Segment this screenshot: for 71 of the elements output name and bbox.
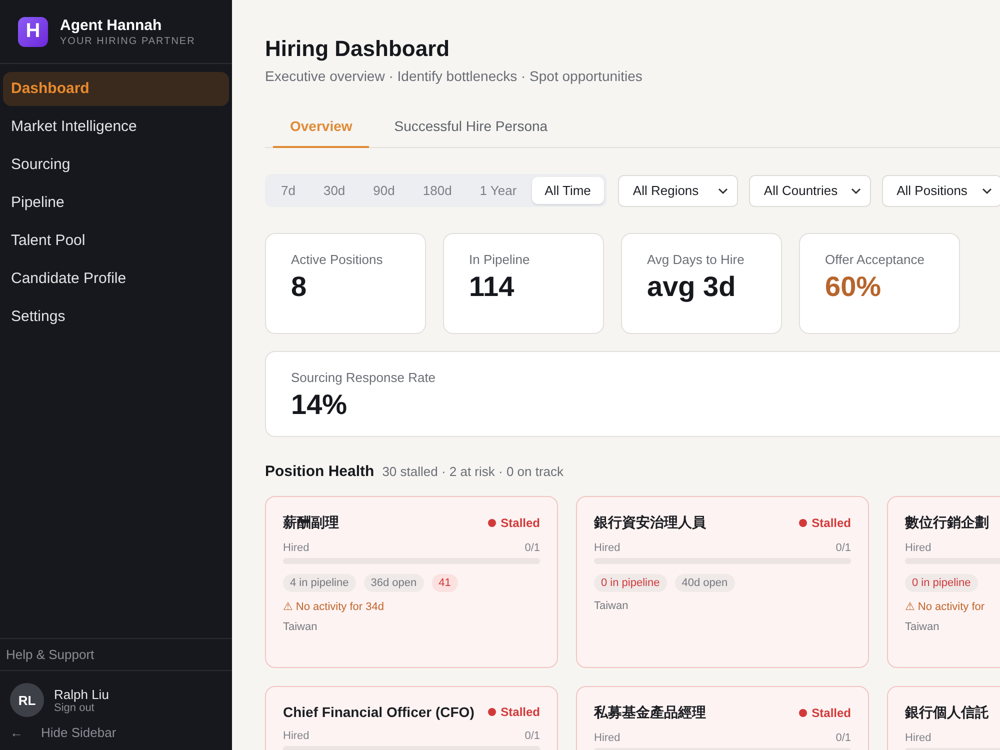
nav-item[interactable]: Settings (3, 300, 229, 334)
hide-sidebar-button[interactable]: ← Hide Sidebar (0, 721, 232, 750)
status-label: Stalled (488, 516, 540, 530)
position-card[interactable]: Chief Financial Officer (CFO) Stalled Hired 0/1 (265, 686, 558, 750)
tag: 36d open (364, 574, 424, 592)
position-card[interactable]: 銀行個人信託 Hired (887, 686, 1000, 750)
location-text: Taiwan (283, 621, 318, 633)
stat-label: Avg Days to Hire (647, 252, 746, 267)
filter-dropdown[interactable]: All Regions (618, 174, 738, 206)
stat-label: Sourcing Response Rate (291, 370, 437, 385)
nav-item[interactable]: Sourcing (3, 148, 229, 182)
nav-item[interactable]: Market Intelligence (3, 110, 229, 144)
hired-label: Hired (283, 730, 310, 742)
hired-count: 0/1 (524, 730, 540, 742)
nav-item[interactable]: Dashboard (3, 72, 229, 106)
tag: 0 in pipeline (594, 574, 667, 592)
sign-out-link[interactable]: Sign out (54, 702, 109, 714)
position-title: 銀行個人信託 (905, 704, 989, 722)
logo-icon: H (18, 16, 48, 46)
nav-item[interactable]: Talent Pool (3, 224, 229, 258)
position-title: 銀行資安治理人員 (594, 514, 706, 532)
warning-text: ⚠ No activity for 34d (283, 600, 385, 613)
position-title: 數位行銷企劃 (905, 514, 989, 532)
hired-label: Hired (905, 542, 932, 554)
hired-label: Hired (905, 732, 932, 744)
brand-tagline: YOUR HIRING PARTNER (60, 36, 196, 46)
stat-value: avg 3d (647, 271, 737, 303)
brand-name: Agent Hannah (60, 16, 163, 34)
hired-count: 0/1 (836, 542, 851, 554)
tag: 41 (432, 574, 458, 592)
help-link[interactable]: Help & Support (0, 638, 232, 671)
tag: 40d open (674, 574, 735, 592)
page-subtitle: Executive overview · Identify bottlenecks · Spot opportunities (265, 68, 644, 84)
stat-label: Offer Acceptance (825, 252, 926, 267)
status-label: Stalled (488, 705, 540, 719)
tab[interactable]: Successful Hire Persona (377, 108, 565, 148)
stat-value: 114 (469, 271, 516, 303)
filter-dropdown[interactable]: All Positions (882, 174, 1000, 206)
hired-label: Hired (594, 542, 620, 554)
position-card[interactable]: 私募基金產品經理 Stalled Hired 0/1 (576, 686, 869, 750)
stat-value: 60% (825, 271, 882, 303)
nav-item[interactable]: Candidate Profile (3, 262, 229, 296)
period-button[interactable]: All Time (532, 177, 604, 204)
nav-item[interactable]: Pipeline (3, 186, 229, 220)
hired-label: Hired (594, 732, 620, 744)
tag: 4 in pipeline (283, 574, 356, 592)
position-card[interactable]: 數位行銷企劃 Hired 0 in pipeline ⚠ No activity for Taiwan (887, 496, 1000, 668)
page-title: Hiring Dashboard (265, 36, 451, 62)
stat-label: In Pipeline (469, 252, 531, 267)
location-text: Taiwan (905, 621, 940, 633)
stat-label: Active Positions (291, 252, 384, 267)
position-card[interactable]: 銀行資安治理人員 Stalled Hired 0/1 0 in pipeline 40d open Taiwan (576, 496, 869, 668)
status-label: Stalled (798, 706, 851, 720)
location-text: Taiwan (594, 600, 630, 612)
hired-count: 0/1 (524, 542, 540, 554)
stat-value: 8 (291, 271, 308, 303)
position-title: Chief Financial Officer (CFO) (283, 704, 474, 720)
position-title: 薪酬副理 (283, 514, 339, 532)
tag: 0 in pipeline (905, 574, 978, 592)
hired-label: Hired (283, 542, 310, 554)
section-summary: 30 stalled · 2 at risk · 0 on track (382, 464, 564, 479)
filter-dropdown[interactable]: All Countries (748, 174, 871, 206)
position-card[interactable]: 薪酬副理 Stalled Hired 0/1 4 in pipeline 36d open 41 ⚠ No activity for 34d Taiwan (265, 496, 558, 668)
status-label: Stalled (798, 516, 851, 530)
stat-value: 14% (291, 389, 348, 421)
position-title: 私募基金產品經理 (594, 704, 706, 722)
user-avatar: RL (10, 683, 44, 717)
hired-count: 0/1 (836, 732, 851, 744)
user-name: Ralph Liu (54, 686, 109, 702)
warning-text: ⚠ No activity for (905, 600, 986, 613)
section-title: Position Health (265, 463, 374, 480)
